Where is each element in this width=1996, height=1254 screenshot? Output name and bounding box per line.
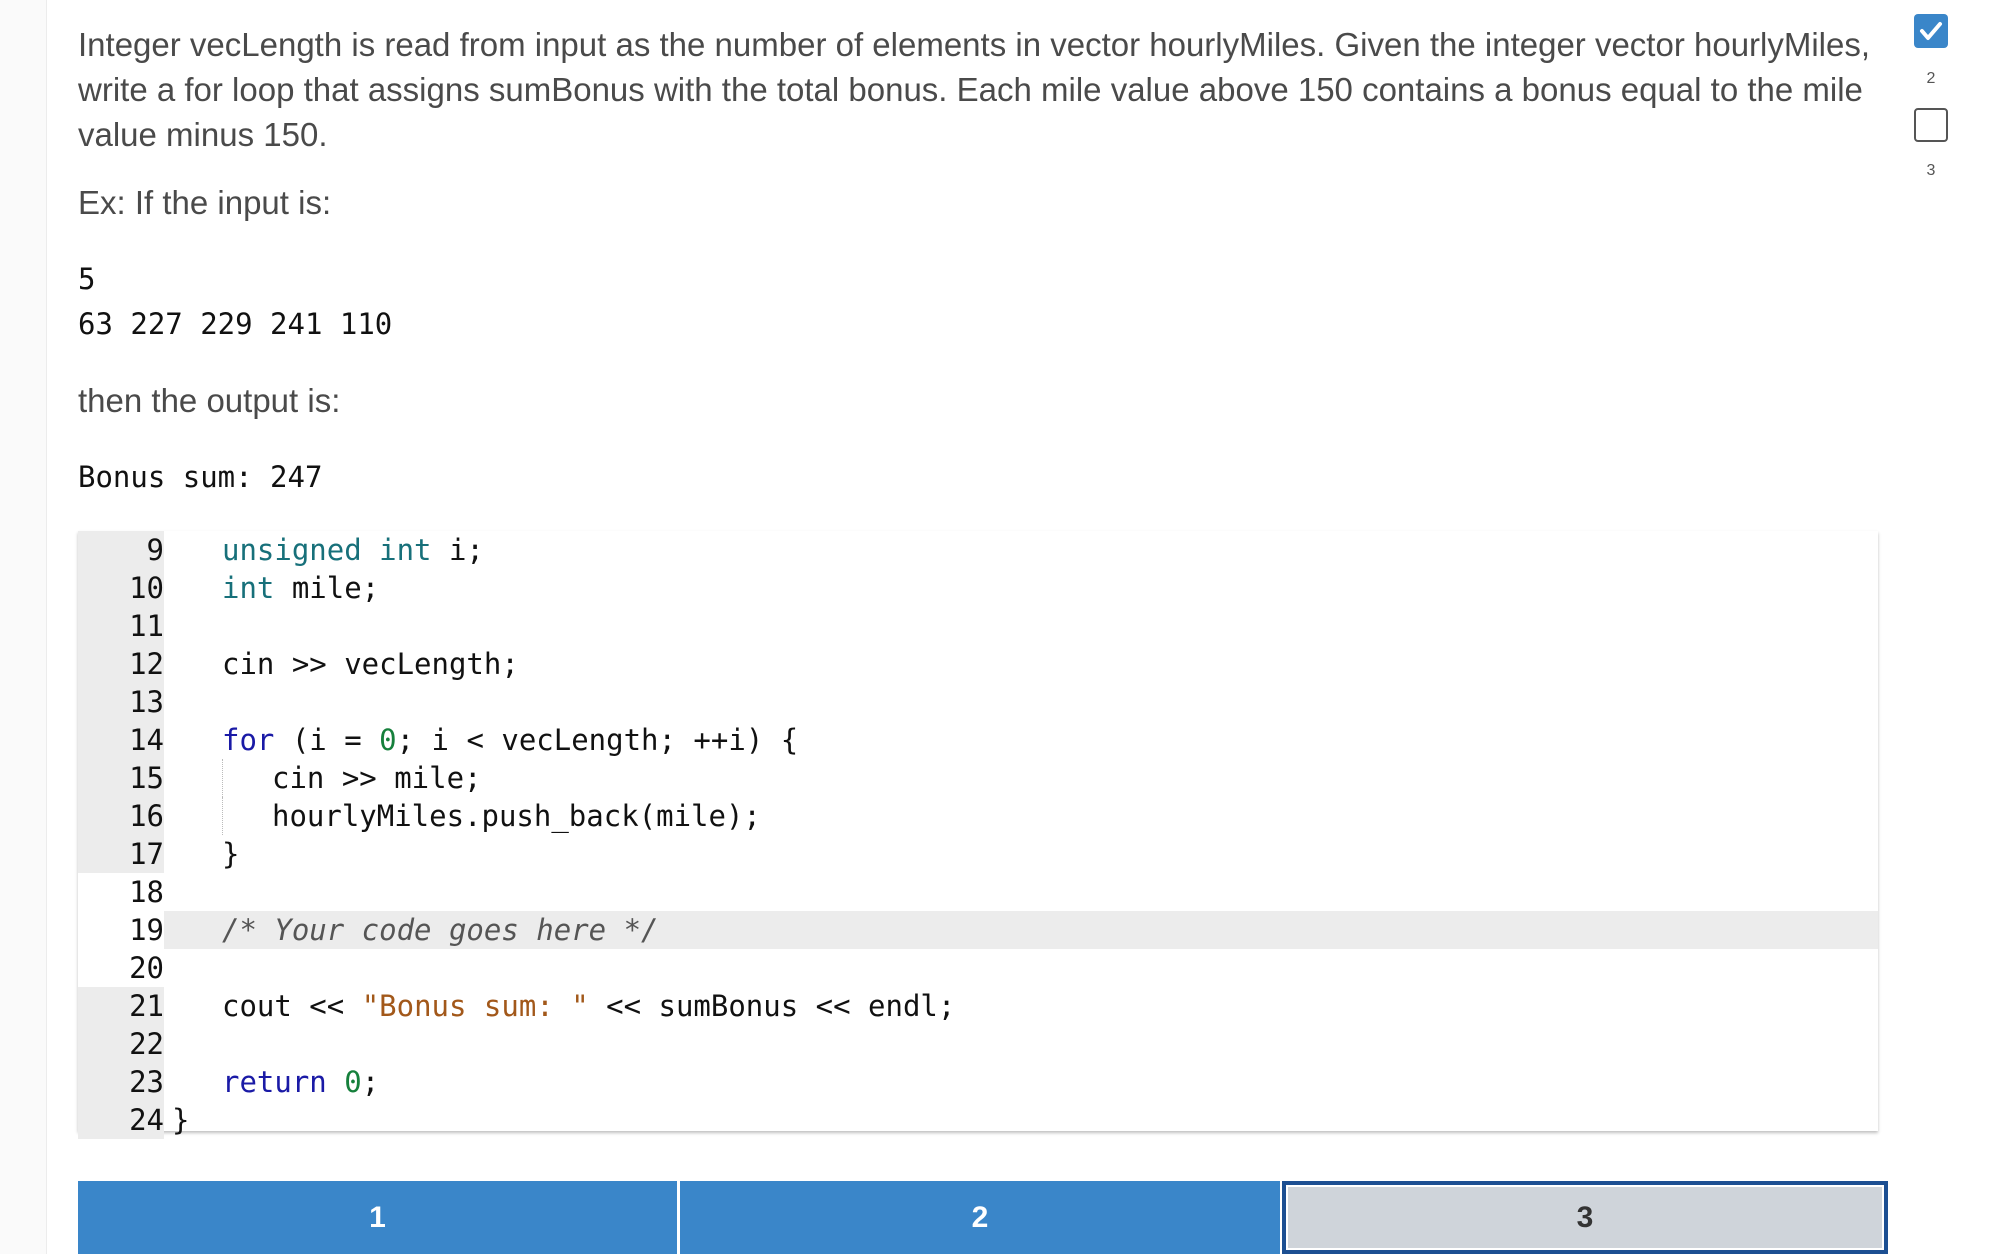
code-line[interactable]: 24 }: [78, 1101, 1878, 1139]
line-number: 10: [78, 569, 164, 607]
line-number: 24: [78, 1101, 164, 1139]
code-line[interactable]: 14 for (i = 0; i < vecLength; ++i) {: [78, 721, 1878, 759]
code-text: unsigned int i;: [222, 533, 484, 567]
level-3-checkbox[interactable]: [1914, 108, 1948, 142]
line-number: 17: [78, 835, 164, 873]
level-2-checkbox[interactable]: [1914, 14, 1948, 48]
example-label: Ex: If the input is:: [78, 184, 332, 221]
line-number: 20: [129, 951, 164, 985]
line-number: 14: [78, 721, 164, 759]
code-text: /* Your code goes here */: [222, 913, 659, 947]
code-line-active[interactable]: 19 /* Your code goes here */: [78, 911, 1878, 949]
example-input-line-2: 63 227 229 241 110: [78, 307, 393, 341]
level-2-number: 2: [1926, 70, 1936, 87]
example-output: Bonus sum: 247: [78, 460, 323, 494]
code-text: cout << "Bonus sum: " << sumBonus << end…: [222, 989, 956, 1023]
code-text: int mile;: [222, 571, 380, 605]
line-number: 23: [78, 1063, 164, 1101]
then-label: then the output is:: [78, 382, 341, 419]
example-input-line-1: 5: [78, 262, 96, 296]
indent-guide: [222, 759, 224, 797]
line-number: 19: [129, 913, 164, 947]
code-line[interactable]: 16 hourlyMiles.push_back(mile);: [78, 797, 1878, 835]
checkmark-icon: [1920, 22, 1942, 40]
line-number: 16: [78, 797, 164, 835]
line-number: 12: [78, 645, 164, 683]
code-line[interactable]: 18: [78, 873, 1878, 911]
code-editor[interactable]: 9 unsigned int i; 10 int mile; 11 12 cin…: [78, 531, 1878, 1139]
line-number: 15: [78, 759, 164, 797]
code-line[interactable]: 17 }: [78, 835, 1878, 873]
code-text: }: [222, 837, 240, 871]
prompt-text: Integer vecLength is read from input as …: [78, 26, 1871, 153]
code-text: return 0;: [222, 1065, 380, 1099]
line-number: 11: [78, 607, 164, 645]
line-number: 18: [129, 875, 164, 909]
line-number: 21: [78, 987, 164, 1025]
code-line[interactable]: 12 cin >> vecLength;: [78, 645, 1878, 683]
code-line[interactable]: 11: [78, 607, 1878, 645]
code-line[interactable]: 15 cin >> mile;: [78, 759, 1878, 797]
code-text: for (i = 0; i < vecLength; ++i) {: [222, 723, 799, 757]
code-line[interactable]: 22: [78, 1025, 1878, 1063]
code-line[interactable]: 10 int mile;: [78, 569, 1878, 607]
level-3-number: 3: [1926, 162, 1936, 179]
code-text: cin >> mile;: [272, 761, 482, 795]
level-1-button[interactable]: 1: [78, 1181, 677, 1254]
code-line[interactable]: 13: [78, 683, 1878, 721]
code-line[interactable]: 21 cout << "Bonus sum: " << sumBonus << …: [78, 987, 1878, 1025]
code-line[interactable]: 20: [78, 949, 1878, 987]
level-progress-bar: 1 2 3: [78, 1181, 1888, 1254]
code-line[interactable]: 23 return 0;: [78, 1063, 1878, 1101]
left-page-edge: [0, 0, 47, 1254]
indent-guide: [222, 797, 224, 835]
code-text: cin >> vecLength;: [222, 647, 519, 681]
level-2-button[interactable]: 2: [680, 1181, 1280, 1254]
line-number: 13: [78, 683, 164, 721]
code-text: }: [172, 1103, 190, 1137]
line-number: 22: [78, 1025, 164, 1063]
level-3-button[interactable]: 3: [1282, 1181, 1888, 1254]
code-text: hourlyMiles.push_back(mile);: [272, 799, 761, 833]
code-line[interactable]: 9 unsigned int i;: [78, 531, 1878, 569]
line-number: 9: [78, 531, 164, 569]
